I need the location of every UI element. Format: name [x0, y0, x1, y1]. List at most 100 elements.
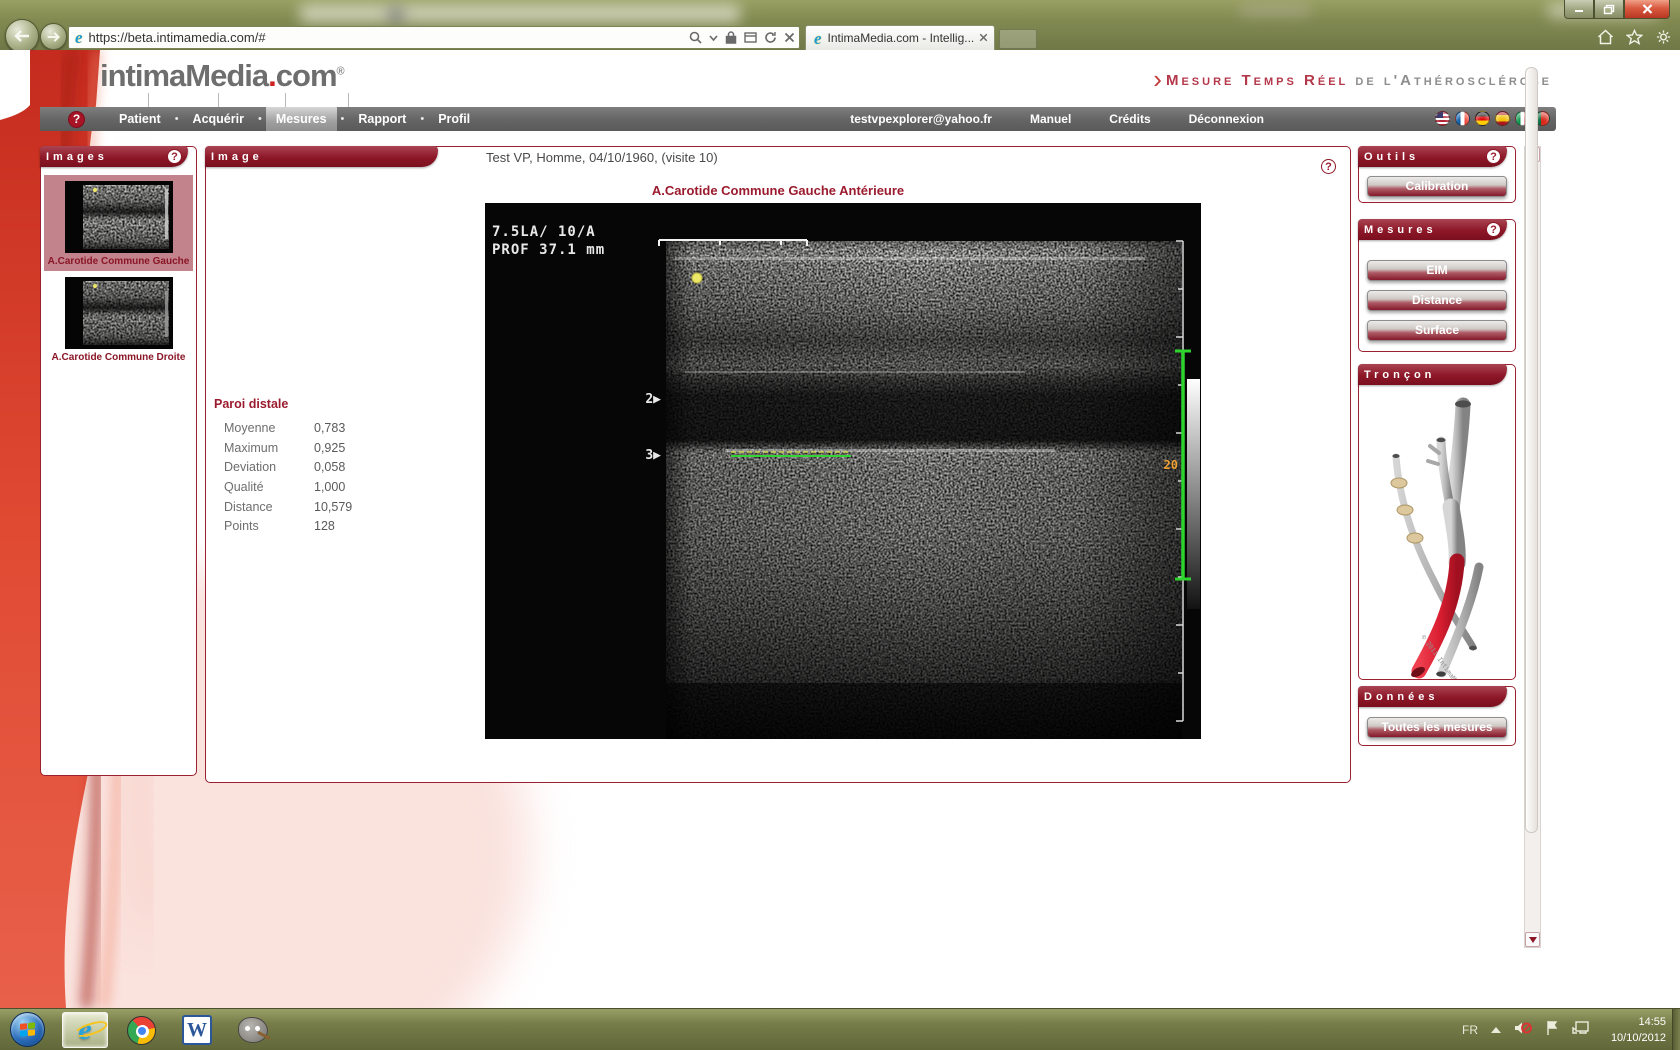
minimize-button[interactable]	[1564, 0, 1594, 19]
troncon-panel: Tronçon	[1358, 364, 1516, 680]
browser-back-button[interactable]	[5, 19, 39, 53]
troncon-panel-header: Tronçon	[1358, 364, 1507, 385]
flag-us-icon[interactable]	[1435, 111, 1450, 126]
action-center-flag-icon[interactable]	[1545, 1020, 1559, 1041]
clock-date: 10/10/2012	[1611, 1031, 1666, 1047]
logo-text: intimaMedia	[100, 58, 268, 93]
flag-es-icon[interactable]	[1495, 111, 1510, 126]
troncon-panel-title: Tronçon	[1364, 369, 1435, 381]
distance-button[interactable]: Distance	[1367, 290, 1507, 311]
tab-close-icon[interactable]	[979, 29, 988, 47]
ultrasound-image[interactable]: 7.5LA/ 10/A PROF 37.1 mm 2▶ 3▶	[485, 203, 1201, 739]
taskbar-gimp-icon[interactable]	[230, 1012, 276, 1048]
images-panel: Images ? A.Carotide Commune Gauche A.Car…	[40, 146, 197, 776]
nav-link-deconnexion[interactable]: Déconnexion	[1189, 112, 1264, 126]
chevron-down-icon[interactable]	[709, 31, 718, 44]
outils-help-icon[interactable]: ?	[1486, 149, 1501, 164]
hidden-icons-arrow-icon[interactable]	[1491, 1027, 1501, 1033]
scroll-down-button[interactable]	[1525, 932, 1540, 947]
address-bar[interactable]: e https://beta.intimamedia.com/#	[68, 26, 800, 49]
artery-diagram[interactable]: © 2011 IntimaMedia.com	[1359, 389, 1515, 679]
stat-row: Moyenne0,783	[214, 421, 424, 441]
eim-button[interactable]: EIM	[1367, 260, 1507, 281]
surface-button[interactable]: Surface	[1367, 320, 1507, 341]
stat-label: Points	[214, 519, 314, 539]
nav-separator: •	[341, 113, 345, 125]
paroi-distale-stats: Paroi distale Moyenne0,783 Maximum0,925 …	[214, 397, 424, 539]
image-panel: Image Test VP, Homme, 04/10/1960, (visit…	[205, 146, 1351, 783]
nav-link-manuel[interactable]: Manuel	[1030, 112, 1071, 126]
nav-item-acquerir[interactable]: Acquérir	[183, 108, 254, 130]
calibration-button[interactable]: Calibration	[1367, 176, 1507, 197]
stat-row: Points128	[214, 519, 424, 539]
browser-tab[interactable]: e IntimaMedia.com - Intellig...	[805, 25, 995, 50]
us-marker-3: 3▶	[645, 448, 661, 463]
stat-label: Deviation	[214, 460, 314, 480]
taskbar-clock[interactable]: 14:55 10/10/2012	[1611, 1015, 1666, 1047]
header-separator-tick	[148, 93, 149, 107]
tab-title: IntimaMedia.com - Intellig...	[828, 31, 979, 45]
nav-help-icon[interactable]: ?	[68, 111, 85, 128]
flag-fr-icon[interactable]	[1455, 111, 1470, 126]
tagline-chevron-icon: ›	[1153, 64, 1162, 94]
close-button[interactable]	[1624, 0, 1670, 19]
volume-muted-icon[interactable]	[1514, 1020, 1532, 1041]
header-separator-tick	[285, 93, 286, 107]
network-icon[interactable]	[1572, 1020, 1590, 1041]
site-logo[interactable]: intimaMedia.com®	[100, 58, 345, 94]
nav-link-credits[interactable]: Crédits	[1109, 112, 1150, 126]
home-icon[interactable]	[1597, 29, 1614, 50]
back-arrow-icon	[13, 29, 31, 43]
nav-right-links: testvpexplorer@yahoo.fr Manuel Crédits D…	[850, 112, 1264, 126]
browser-forward-button[interactable]	[40, 23, 67, 50]
browser-chrome: e https://beta.intimamedia.com/# e Intim…	[0, 0, 1680, 50]
nav-item-mesures[interactable]: Mesures	[266, 107, 337, 131]
thumbnail-caption: A.Carotide Commune Droite	[44, 352, 193, 363]
mesures-help-icon[interactable]: ?	[1486, 222, 1501, 237]
scrollbar-thumb[interactable]	[1525, 67, 1538, 833]
stat-value: 128	[314, 519, 335, 539]
ie-logo-icon: e	[78, 1013, 91, 1047]
taskbar-chrome-icon[interactable]	[118, 1012, 164, 1048]
compatibility-view-icon[interactable]	[744, 31, 757, 44]
search-icon[interactable]	[689, 31, 702, 44]
thumbnail-image[interactable]	[65, 277, 173, 349]
language-indicator[interactable]: FR	[1462, 1023, 1478, 1037]
forward-arrow-icon	[46, 31, 61, 43]
nav-separator: •	[175, 113, 179, 125]
donnees-panel-title: Données	[1364, 691, 1438, 703]
flag-de-icon[interactable]	[1475, 111, 1490, 126]
url-text[interactable]: https://beta.intimamedia.com/#	[89, 30, 682, 45]
thumbnail-item-gauche[interactable]: A.Carotide Commune Gauche	[44, 175, 193, 271]
images-help-icon[interactable]: ?	[167, 149, 182, 164]
start-button[interactable]	[10, 1012, 45, 1047]
stat-row: Qualité1,000	[214, 480, 424, 500]
stop-icon[interactable]	[784, 32, 795, 43]
nav-item-patient[interactable]: Patient	[109, 108, 171, 130]
favorites-star-icon[interactable]	[1626, 29, 1643, 50]
thumbnail-image[interactable]	[65, 181, 173, 253]
lock-icon	[725, 31, 737, 44]
taskbar-word-icon[interactable]: W	[174, 1012, 220, 1048]
refresh-icon[interactable]	[764, 31, 777, 44]
nav-item-profil[interactable]: Profil	[428, 108, 480, 130]
browser-toolbar	[1597, 29, 1672, 50]
windows-logo-icon	[20, 1022, 36, 1038]
image-help-icon[interactable]: ?	[1321, 159, 1336, 174]
stat-row: Distance10,579	[214, 500, 424, 520]
tab-favicon: e	[814, 30, 822, 47]
background-window-blur	[388, 8, 404, 22]
nav-item-rapport[interactable]: Rapport	[348, 108, 416, 130]
thumbnail-item-droite[interactable]: A.Carotide Commune Droite	[44, 271, 193, 367]
tools-gear-icon[interactable]	[1655, 29, 1672, 50]
images-panel-title: Images	[46, 151, 108, 163]
vertebra-ring	[1397, 505, 1413, 515]
show-desktop-button[interactable]	[1672, 1009, 1680, 1050]
restore-button[interactable]	[1594, 0, 1624, 19]
site-tagline: ›Mesure Temps Réel de l'Athérosclérose	[1153, 64, 1552, 95]
us-seed-point[interactable]	[692, 273, 702, 283]
toutes-les-mesures-button[interactable]: Toutes les mesures	[1367, 717, 1507, 738]
header-separator-tick	[348, 93, 349, 107]
new-tab-button[interactable]	[999, 29, 1037, 49]
taskbar-ie-icon[interactable]: e	[62, 1012, 108, 1048]
